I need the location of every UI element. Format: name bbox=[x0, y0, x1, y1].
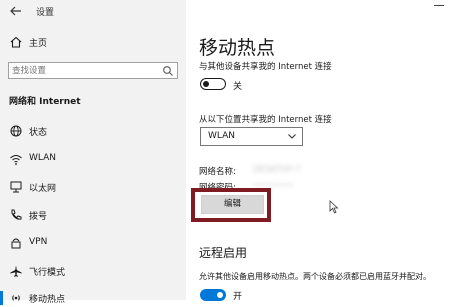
vpn-icon bbox=[9, 236, 23, 250]
share-from-label: 从以下位置共享我的 Internet 连接 bbox=[199, 115, 332, 125]
main-panel: 移动热点 与其他设备共享我的 Internet 连接 关 从以下位置共享我的 I… bbox=[186, 0, 450, 302]
sidebar-item-airplane-mode[interactable]: 飞行模式 bbox=[0, 262, 186, 280]
sidebar-item-label: WLAN bbox=[29, 153, 57, 163]
active-indicator bbox=[0, 291, 3, 305]
sidebar-item-vpn[interactable]: VPN bbox=[0, 234, 186, 252]
sidebar-item-ethernet[interactable]: 以太网 bbox=[0, 178, 186, 196]
sidebar-item-label: 状态 bbox=[29, 128, 48, 138]
globe-icon bbox=[9, 124, 23, 138]
window-title: 设置 bbox=[36, 8, 55, 18]
toggle-knob bbox=[203, 80, 209, 87]
sidebar-item-label: 拨号 bbox=[29, 212, 48, 222]
sidebar-item-label: 飞行模式 bbox=[29, 268, 66, 278]
annotation-highlight-box bbox=[191, 188, 271, 222]
search-box[interactable] bbox=[8, 62, 178, 79]
search-input[interactable] bbox=[12, 64, 157, 77]
sidebar: 设置 主页 网络和 Internet 状态 WLAN 以太网 bbox=[0, 0, 186, 305]
mouse-cursor-icon bbox=[329, 200, 339, 214]
sidebar-item-label: 以太网 bbox=[29, 184, 57, 194]
page-title: 移动热点 bbox=[199, 37, 276, 59]
share-toggle[interactable] bbox=[200, 78, 226, 90]
sidebar-item-mobile-hotspot[interactable]: 移动热点 bbox=[0, 289, 186, 307]
sidebar-item-home[interactable]: 主页 bbox=[0, 33, 186, 51]
ethernet-icon bbox=[9, 180, 23, 194]
network-name-label: 网络名称: bbox=[199, 167, 236, 177]
back-arrow-icon[interactable] bbox=[9, 4, 23, 18]
share-from-dropdown[interactable]: WLAN bbox=[200, 127, 303, 146]
hotspot-icon bbox=[9, 291, 23, 305]
phone-icon bbox=[9, 208, 23, 222]
share-connection-label: 与其他设备共享我的 Internet 连接 bbox=[199, 62, 332, 72]
remote-section-title: 远程启用 bbox=[199, 246, 248, 260]
sidebar-item-wlan[interactable]: WLAN bbox=[0, 150, 186, 168]
toggle-knob bbox=[217, 292, 223, 298]
remote-description: 允许其他设备启用移动热点。两个设备必须都已启用蓝牙并配对。 bbox=[199, 272, 431, 281]
minimize-icon[interactable] bbox=[434, 5, 444, 6]
share-toggle-state: 关 bbox=[233, 82, 243, 92]
sidebar-item-dialup[interactable]: 拨号 bbox=[0, 206, 186, 224]
sidebar-item-label: 主页 bbox=[29, 39, 48, 49]
sidebar-item-label: 移动热点 bbox=[29, 295, 66, 305]
chevron-down-icon bbox=[287, 131, 297, 141]
wifi-icon bbox=[9, 152, 23, 166]
remote-toggle-state: 开 bbox=[233, 292, 243, 302]
sidebar-item-status[interactable]: 状态 bbox=[0, 122, 186, 140]
sidebar-item-label: VPN bbox=[29, 237, 48, 247]
remote-toggle[interactable] bbox=[200, 289, 226, 301]
home-icon bbox=[9, 35, 23, 49]
network-name-value: DESKTOP-7 bbox=[253, 165, 301, 175]
search-icon[interactable] bbox=[162, 65, 174, 77]
section-title: 网络和 Internet bbox=[9, 97, 81, 107]
airplane-icon bbox=[9, 264, 23, 278]
dropdown-value: WLAN bbox=[208, 131, 236, 141]
